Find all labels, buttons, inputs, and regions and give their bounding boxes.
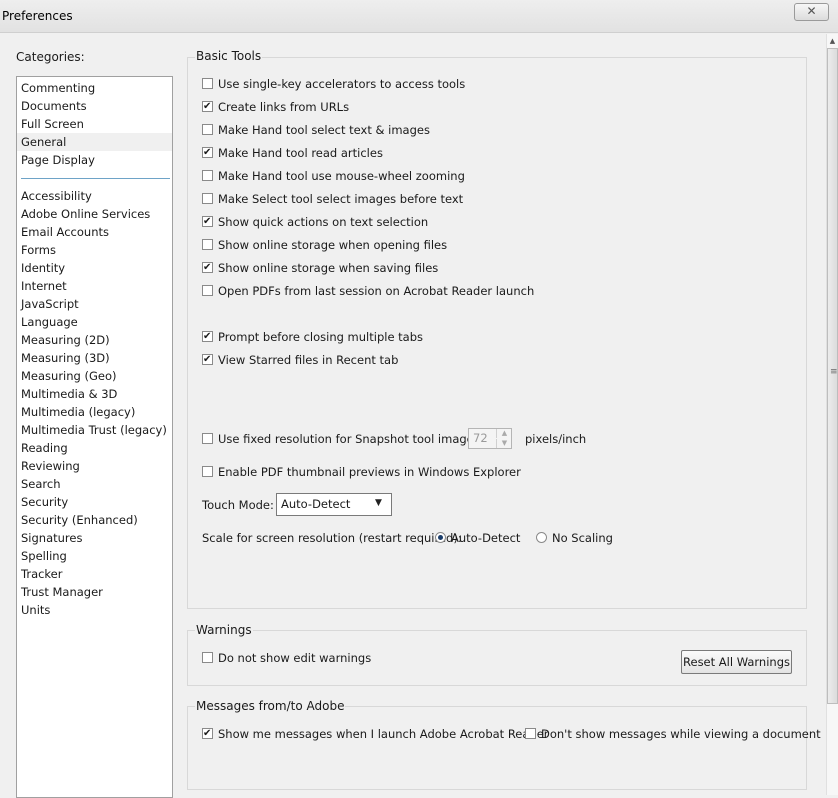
- category-item-signatures[interactable]: Signatures: [17, 529, 172, 547]
- category-item-tracker[interactable]: Tracker: [17, 565, 172, 583]
- category-item-measuring-2d[interactable]: Measuring (2D): [17, 331, 172, 349]
- category-item-documents[interactable]: Documents: [17, 97, 172, 115]
- checkbox-box: [202, 652, 213, 663]
- scroll-up-icon[interactable]: ▲: [827, 34, 838, 48]
- scale-label: Scale for screen resolution (restart req…: [202, 531, 462, 545]
- category-item-email-accounts[interactable]: Email Accounts: [17, 223, 172, 241]
- vertical-scrollbar[interactable]: ▲ ≡: [826, 34, 838, 795]
- close-button[interactable]: ✕: [794, 3, 829, 21]
- category-item-spelling[interactable]: Spelling: [17, 547, 172, 565]
- category-item-language[interactable]: Language: [17, 313, 172, 331]
- checkbox-box: [202, 239, 213, 250]
- category-item-commenting[interactable]: Commenting: [17, 79, 172, 97]
- checkbox-box: [202, 433, 213, 444]
- category-item-forms[interactable]: Forms: [17, 241, 172, 259]
- category-separator: [21, 178, 170, 179]
- close-icon: ✕: [806, 4, 817, 18]
- radio-dot: [536, 532, 547, 543]
- category-item-identity[interactable]: Identity: [17, 259, 172, 277]
- stepper-up-icon[interactable]: ▲: [496, 429, 512, 438]
- checkbox-box: [202, 193, 213, 204]
- category-item-security[interactable]: Security: [17, 493, 172, 511]
- dropdown-arrow-icon: ▼: [375, 498, 382, 508]
- window-title: Preferences: [2, 9, 73, 23]
- category-item-security-enhanced[interactable]: Security (Enhanced): [17, 511, 172, 529]
- checkbox-box: [202, 285, 213, 296]
- touch-mode-label: Touch Mode:: [202, 498, 274, 512]
- touch-mode-select[interactable]: Auto-Detect ▼: [276, 493, 392, 516]
- category-item-accessibility[interactable]: Accessibility: [17, 187, 172, 205]
- category-item-multimedia-legacy[interactable]: Multimedia (legacy): [17, 403, 172, 421]
- checkbox-box: [202, 328, 213, 346]
- messages-group: [187, 706, 807, 790]
- reset-all-warnings-button[interactable]: Reset All Warnings: [681, 650, 792, 674]
- category-item-reading[interactable]: Reading: [17, 439, 172, 457]
- category-item-multimedia-3d[interactable]: Multimedia & 3D: [17, 385, 172, 403]
- checkbox-box: [202, 170, 213, 181]
- category-item-javascript[interactable]: JavaScript: [17, 295, 172, 313]
- touch-mode-value: Auto-Detect: [281, 497, 351, 511]
- category-item-adobe-online-services[interactable]: Adobe Online Services: [17, 205, 172, 223]
- basic-tools-title: Basic Tools: [195, 49, 263, 63]
- category-item-trust-manager[interactable]: Trust Manager: [17, 583, 172, 601]
- checkbox-box: [202, 78, 213, 89]
- category-item-measuring-3d[interactable]: Measuring (3D): [17, 349, 172, 367]
- categories-label: Categories:: [16, 50, 85, 64]
- resolution-stepper[interactable]: 72 ▲ ▼: [468, 428, 512, 449]
- messages-title: Messages from/to Adobe: [195, 699, 346, 713]
- checkbox-box: [202, 725, 213, 743]
- category-item-internet[interactable]: Internet: [17, 277, 172, 295]
- title-bar: Preferences ✕: [0, 0, 838, 33]
- checkbox-box: [202, 213, 213, 231]
- checkbox-box: [202, 466, 213, 477]
- resolution-value: 72: [473, 431, 488, 445]
- scroll-thumb[interactable]: ≡: [827, 48, 838, 704]
- radio-dot: [435, 532, 446, 543]
- category-item-units[interactable]: Units: [17, 601, 172, 619]
- checkbox-box: [202, 124, 213, 135]
- category-item-full-screen[interactable]: Full Screen: [17, 115, 172, 133]
- checkbox-box: [525, 728, 536, 739]
- category-item-general[interactable]: General: [17, 133, 172, 151]
- warnings-title: Warnings: [195, 623, 253, 637]
- categories-list: Commenting Documents Full Screen General…: [16, 76, 173, 798]
- category-item-search[interactable]: Search: [17, 475, 172, 493]
- category-item-reviewing[interactable]: Reviewing: [17, 457, 172, 475]
- stepper-down-icon[interactable]: ▼: [496, 439, 512, 448]
- category-item-multimedia-trust-legacy[interactable]: Multimedia Trust (legacy): [17, 421, 172, 439]
- category-item-page-display[interactable]: Page Display: [17, 151, 172, 169]
- checkbox-box: [202, 98, 213, 116]
- checkbox-box: [202, 351, 213, 369]
- resolution-unit: pixels/inch: [525, 432, 587, 446]
- checkbox-box: [202, 144, 213, 162]
- grip-icon: ≡: [830, 367, 838, 377]
- category-item-measuring-geo[interactable]: Measuring (Geo): [17, 367, 172, 385]
- checkbox-box: [202, 259, 213, 277]
